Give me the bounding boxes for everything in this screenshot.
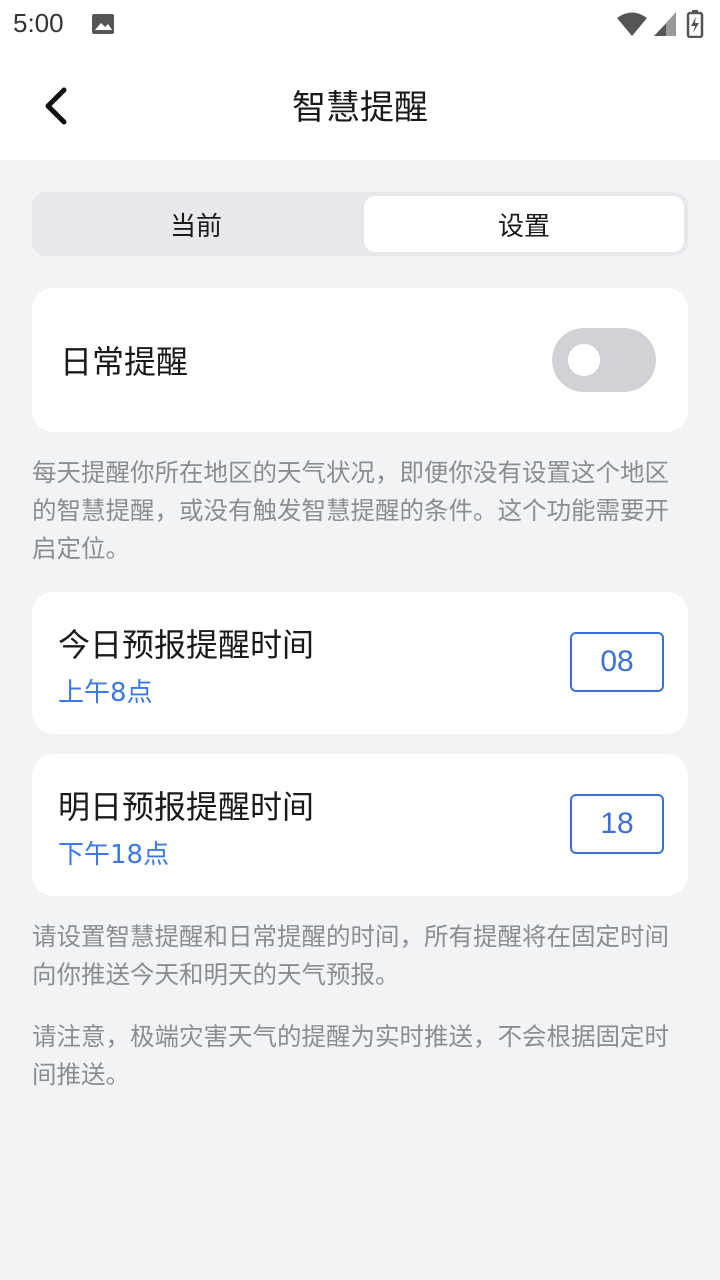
signal-icon <box>654 12 676 36</box>
today-forecast-subtext: 上午8点 <box>58 678 153 708</box>
time-settings-note: 请设置智慧提醒和日常提醒的时间，所有提醒将在固定时间向你推送今天和明天的天气预报… <box>32 922 669 989</box>
tomorrow-forecast-label: 明日预报提醒时间 <box>58 788 315 826</box>
image-icon <box>92 14 114 34</box>
daily-reminder-description: 每天提醒你所在地区的天气状况，即便你没有设置这个地区的智慧提醒，或没有触发智慧提… <box>32 458 669 563</box>
daily-reminder-toggle[interactable] <box>552 328 656 392</box>
tomorrow-forecast-subtext: 下午18点 <box>58 840 170 870</box>
status-bar: 5:00 <box>0 0 720 50</box>
segmented-control: 当前 设置 <box>32 192 688 256</box>
page-title: 智慧提醒 <box>292 88 428 128</box>
battery-charging-icon <box>686 10 704 38</box>
daily-reminder-label: 日常提醒 <box>60 343 189 381</box>
app-header: 5:00 智慧提醒 <box>0 0 720 160</box>
today-forecast-time-card[interactable]: 今日预报提醒时间 上午8点 08 <box>32 592 688 734</box>
status-icons <box>616 10 708 38</box>
today-forecast-hour-picker[interactable]: 08 <box>570 632 664 692</box>
tab-current[interactable]: 当前 <box>36 196 356 252</box>
wifi-icon <box>617 12 647 36</box>
status-time: 5:00 <box>13 8 64 38</box>
tab-settings[interactable]: 设置 <box>364 196 684 252</box>
extreme-weather-note: 请注意，极端灾害天气的提醒为实时推送，不会根据固定时间推送。 <box>32 1022 669 1089</box>
tomorrow-forecast-hour-picker[interactable]: 18 <box>570 794 664 854</box>
toggle-knob <box>568 344 600 376</box>
daily-reminder-card: 日常提醒 <box>32 288 688 432</box>
tomorrow-forecast-time-card[interactable]: 明日预报提醒时间 下午18点 18 <box>32 754 688 896</box>
today-forecast-label: 今日预报提醒时间 <box>58 626 315 664</box>
